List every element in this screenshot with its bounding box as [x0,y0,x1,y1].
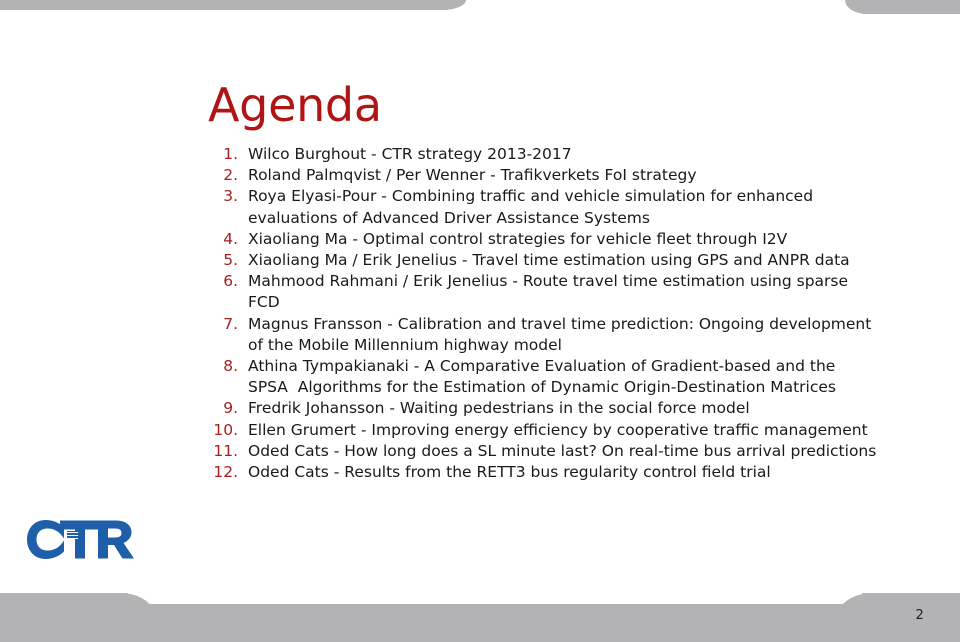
bottom-right-band [862,593,960,642]
agenda-item: 9. Fredrik Johansson - Waiting pedestrian… [208,398,880,419]
agenda-item: 6. Mahmood Rahmani / Erik Jenelius - Rout… [208,271,880,313]
agenda-item: 3. Roya Elyasi-Pour - Combining traffic a… [208,186,880,228]
agenda-item-text: Magnus Fransson - Calibration and travel… [248,314,877,354]
agenda-item-number: 9. [223,399,238,418]
agenda-item: 5. Xiaoliang Ma / Erik Jenelius - Travel … [208,250,880,271]
ctr-logo [26,511,144,573]
agenda-item: 8. Athina Tympakianaki - A Comparative Ev… [208,356,880,398]
agenda-item-number: 12. [213,463,238,482]
agenda-item: 11. Oded Cats - How long does a SL minute… [208,441,880,462]
bottom-middle-band [128,604,852,642]
agenda-item: 12. Oded Cats - Results from the RETT3 bu… [208,462,880,483]
agenda-item-text: Roya Elyasi-Pour - Combining traffic and… [248,187,818,227]
agenda-item: 10. Ellen Grumert - Improving energy effi… [208,420,880,441]
agenda-item-number: 4. [223,229,238,248]
agenda-item-text: Wilco Burghout - CTR strategy 2013-2017 [248,145,572,163]
agenda-item-text: Xiaoliang Ma / Erik Jenelius - Travel ti… [248,251,850,270]
page-title: Agenda [208,78,382,132]
top-left-band-corner [440,0,466,10]
agenda-item-text: Roland Palmqvist / Per Wenner - Trafikve… [248,166,697,185]
agenda-item: 2. Roland Palmqvist / Per Wenner - Trafik… [208,165,880,186]
agenda-item-number: 1. [223,145,238,163]
agenda-item-number: 11. [213,441,238,460]
agenda-item-number: 3. [223,187,238,206]
agenda-item: 7. Magnus Fransson - Calibration and trav… [208,314,880,356]
agenda-item-number: 5. [223,251,238,270]
agenda-item: 1. Wilco Burghout - CTR strategy 2013-201… [208,144,880,165]
agenda-item-text: Mahmood Rahmani / Erik Jenelius - Route … [248,272,853,312]
agenda-item-number: 8. [223,357,238,376]
agenda-list: 1. Wilco Burghout - CTR strategy 2013-201… [208,144,880,483]
page-number: 2 [915,608,924,623]
agenda-item-text: Fredrik Johansson - Waiting pedestrians … [248,399,750,418]
agenda-item-number: 10. [213,420,238,439]
agenda-item-text: Xiaoliang Ma - Optimal control strategie… [248,229,788,248]
bottom-left-band [0,593,128,642]
top-left-band [0,0,448,10]
agenda-item-number: 7. [223,314,238,333]
presentation-slide: Agenda 1. Wilco Burghout - CTR strategy 2… [0,0,960,642]
agenda-item: 4. Xiaoliang Ma - Optimal control strateg… [208,229,880,250]
agenda-item-text: Oded Cats - How long does a SL minute la… [248,441,877,460]
agenda-item-text: Oded Cats - Results from the RETT3 bus r… [248,463,771,482]
agenda-item-number: 2. [223,166,238,185]
agenda-item-text: Ellen Grumert - Improving energy efficie… [248,420,868,439]
agenda-item-text: Athina Tympakianaki - A Comparative Eval… [248,357,841,397]
agenda-item-number: 6. [223,272,238,291]
top-right-band [862,0,960,14]
